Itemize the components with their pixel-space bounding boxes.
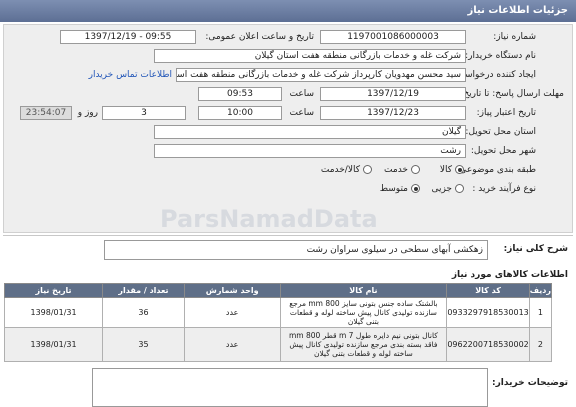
contact-info-link[interactable]: اطلاعات تماس خریدار (89, 70, 172, 80)
city-field: رشت (154, 144, 466, 158)
cell-date: 1398/01/31 (3, 327, 104, 362)
general-desc-label: شرح کلی نیاز: (503, 244, 568, 254)
cell-qty: 35 (102, 327, 185, 362)
validity-time-label: ساعت (289, 108, 315, 118)
category-option-goods: کالا (439, 165, 452, 175)
goods-info-heading: اطلاعات کالاهای مورد نیاز (451, 270, 568, 280)
response-deadline-label: مهلت ارسال پاسخ: تا تاریخ: (460, 89, 564, 99)
table-row: 1 0933297918530013 بالشتک ساده جنس بتونی… (3, 297, 553, 328)
goods-table: ردیف کد کالا نام کالا واحد شمارش تعداد /… (3, 283, 553, 362)
province-field: گیلان (154, 125, 466, 139)
cell-unit: عدد (183, 297, 281, 328)
need-number-field: 1197001086000003 (320, 30, 466, 44)
response-time-field: 09:53 (198, 87, 282, 101)
process-radio-minor[interactable] (455, 184, 464, 193)
cell-code: 0933297918530013 (446, 297, 530, 328)
validity-time-field: 10:00 (198, 106, 282, 120)
page-title: جزئیات اطلاعات نیاز (0, 0, 576, 22)
remaining-days-field: 3 (102, 106, 186, 120)
buyer-org-field: شرکت غله و خدمات بازرگانی منطقه هفت استا… (154, 49, 466, 63)
buyer-notes-field (92, 368, 488, 407)
table-row: 2 0962200718530002 کانال بتونی نیم دایره… (3, 327, 553, 362)
category-option-service: خدمت (384, 165, 408, 175)
col-qty: تعداد / مقدار (102, 283, 185, 298)
validity-date-field: 1397/12/23 (320, 106, 466, 120)
category-option-both: کالا/خدمت (320, 165, 360, 175)
cell-code: 0962200718530002 (446, 327, 530, 362)
requester-field: سید محسن مهدویان کارپرداز شرکت غله و خدم… (176, 68, 466, 82)
col-unit: واحد شمارش (183, 283, 281, 298)
process-option-medium: متوسط (379, 184, 408, 194)
cell-name: کانال بتونی نیم دایره طول 7 m قطر 800 mm… (279, 327, 448, 362)
need-number-label: شماره نیاز: (493, 32, 536, 42)
category-radio-goods[interactable] (455, 165, 464, 174)
buyer-org-label: نام دستگاه خریدار: (465, 51, 536, 61)
process-option-minor: جزیی (431, 184, 452, 194)
watermark: ParsNamadData (160, 205, 378, 233)
process-radio-medium[interactable] (411, 184, 420, 193)
response-date-field: 1397/12/19 (320, 87, 466, 101)
cell-unit: عدد (183, 327, 281, 362)
cell-qty: 36 (102, 297, 185, 328)
cell-row: 2 (528, 327, 553, 362)
response-time-label: ساعت (289, 89, 315, 99)
announce-date-field: 1397/12/19 - 09:55 (60, 30, 196, 44)
remaining-time-field: 23:54:07 (20, 106, 72, 120)
category-radio-service[interactable] (411, 165, 420, 174)
divider (3, 235, 573, 236)
col-name: نام کالا (279, 283, 448, 298)
cell-row: 1 (528, 297, 553, 328)
cell-name: بالشتک ساده جنس بتونی سایز 800 mm مرجع س… (279, 297, 448, 328)
col-row: ردیف (528, 283, 553, 298)
validity-deadline-label: تاریخ اعتبار پیاز: (476, 108, 536, 118)
cell-date: 1398/01/31 (3, 297, 104, 328)
category-label: طبقه بندی موضوعی: (456, 165, 536, 175)
province-label: استان محل تحویل: (465, 127, 536, 137)
buyer-notes-label: توضیحات خریدار: (492, 378, 568, 388)
days-and-label: روز و (77, 108, 98, 118)
general-desc-field: زهکشی آبهای سطحی در سیلوی سراوان رشت (104, 240, 488, 260)
category-radio-both[interactable] (363, 165, 372, 174)
col-code: کد کالا (446, 283, 530, 298)
details-panel: شماره نیاز: 1197001086000003 تاریخ و ساع… (3, 24, 573, 233)
announce-date-label: تاریخ و ساعت اعلان عمومی: (205, 32, 314, 42)
city-label: شهر محل تحویل: (470, 146, 536, 156)
col-date: تاریخ نیاز (3, 283, 104, 298)
process-type-label: نوع فرآیند خرید : (472, 184, 536, 194)
